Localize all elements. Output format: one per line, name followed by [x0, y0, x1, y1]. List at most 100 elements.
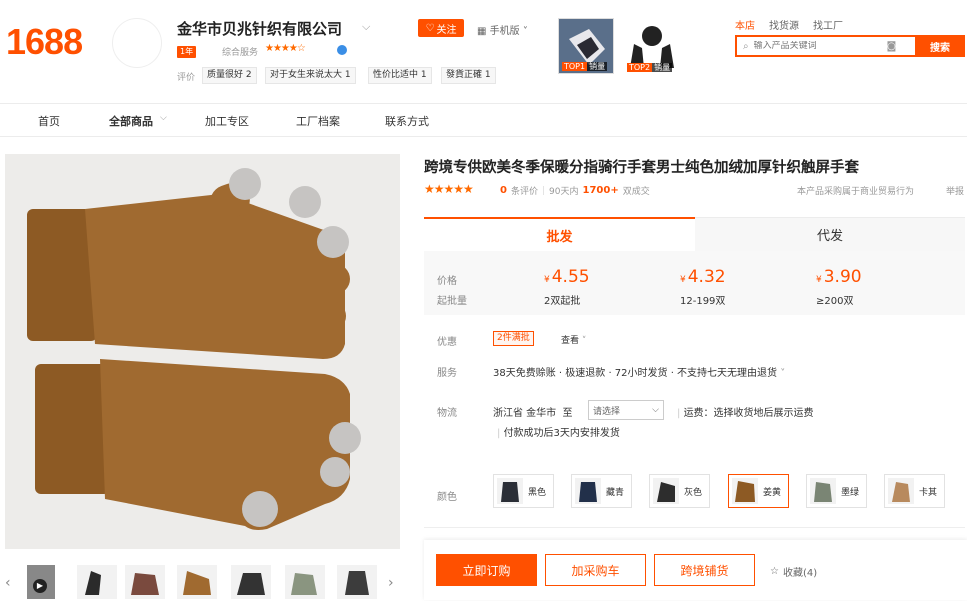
qty-tier-3: ≥200双 — [816, 296, 854, 307]
qr-icon: ▦ — [477, 26, 487, 37]
product-stars: ★★★★★ — [424, 182, 474, 196]
info-icon[interactable] — [337, 45, 347, 55]
follow-label: 关注 — [436, 24, 457, 36]
chevron-right-icon[interactable]: › — [388, 575, 394, 591]
search-input[interactable] — [753, 41, 882, 51]
price-box: 价格 起批量 ¥4.55 2双起批 ¥4.32 12-199双 ¥3.90 ≥2… — [424, 251, 965, 315]
logo-1688[interactable]: 1688 — [6, 22, 83, 62]
thumbnail[interactable] — [125, 565, 165, 599]
nav-divider — [0, 136, 967, 137]
gloves-image — [5, 154, 400, 549]
review-tag[interactable]: 质量很好 2 — [202, 67, 257, 84]
favorite-label: 收藏(4) — [782, 568, 818, 579]
report-link[interactable]: 举报 — [946, 184, 964, 197]
color-label: 颜色 — [437, 492, 457, 503]
color-name: 卡其 — [919, 488, 938, 498]
nav-home[interactable]: 首页 — [38, 113, 60, 129]
play-icon: ▶ — [33, 579, 47, 593]
nav-factory[interactable]: 工厂档案 — [296, 113, 340, 129]
top-badge: TOP2 销量 — [627, 63, 673, 72]
days-label: 90天内 — [549, 187, 579, 197]
thumbnail[interactable] — [231, 565, 271, 599]
color-swatch — [732, 478, 758, 504]
select-placeholder: 请选择 — [593, 406, 621, 417]
color-name: 藏青 — [606, 488, 625, 498]
thumbnail-strip: ‹ ▶ › — [5, 565, 400, 601]
color-swatch — [810, 478, 836, 504]
mobile-version-link[interactable]: ▦ 手机版 ˅ — [477, 22, 528, 37]
color-option-black[interactable]: 黑色 — [493, 474, 554, 508]
tab-wholesale[interactable]: 批发 — [424, 217, 695, 251]
top-product-2[interactable]: TOP2 销量 — [624, 18, 680, 74]
video-thumbnail[interactable]: ▶ — [27, 565, 55, 599]
thumbnail[interactable] — [285, 565, 325, 599]
color-option-ginger[interactable]: 姜黄 — [728, 474, 789, 508]
chevron-left-icon[interactable]: ‹ — [5, 575, 11, 591]
review-tag[interactable]: 發貨正確 1 — [441, 67, 496, 84]
nav-all-products[interactable]: 全部商品 — [109, 113, 153, 129]
section-divider — [424, 527, 965, 528]
nav-divider — [0, 103, 967, 104]
search-button[interactable]: 搜索 — [915, 35, 965, 57]
color-swatch — [888, 478, 914, 504]
nav-processing[interactable]: 加工专区 — [205, 113, 249, 129]
color-swatch — [497, 478, 523, 504]
ship-text: | 付款成功后3天内安排发货 — [497, 428, 620, 439]
color-swatch — [653, 478, 679, 504]
search-tab-factory[interactable]: 找工厂 — [813, 17, 843, 32]
promo-tag[interactable]: 2件满批 — [493, 331, 534, 346]
chevron-down-icon: ˅ — [581, 336, 587, 346]
search-tab-shop[interactable]: 本店 — [735, 17, 755, 32]
destination-select[interactable]: 请选择 ⌵ — [588, 400, 664, 420]
nav-contact[interactable]: 联系方式 — [385, 113, 429, 129]
promo-view-link[interactable]: 查看 ˅ — [561, 333, 586, 346]
camera-icon[interactable]: ◙ — [887, 41, 897, 52]
search-tab-source[interactable]: 找货源 — [769, 17, 799, 32]
thumbnail[interactable] — [177, 565, 217, 599]
review-suffix: 条评价 — [510, 187, 538, 197]
follow-button[interactable]: ♡ 关注 — [418, 19, 464, 37]
promo-label: 优惠 — [437, 337, 457, 348]
review-line: 0 条评价 | 90天内 1700+ 双成交 — [500, 185, 650, 197]
add-to-cart-button[interactable]: 加采购车 — [545, 554, 646, 586]
product-title: 跨境专供欧美冬季保暖分指骑行手套男士纯色加绒加厚针织触屏手套 — [424, 160, 859, 176]
chevron-down-icon[interactable]: ⌵ — [160, 113, 167, 123]
review-tag[interactable]: 对于女生来说太大 1 — [265, 67, 356, 84]
star-icon: ☆ — [770, 566, 779, 577]
top-badge: TOP1 销量 — [562, 62, 608, 71]
heart-icon: ♡ — [425, 22, 435, 34]
color-option-grey[interactable]: 灰色 — [649, 474, 710, 508]
tab-dropship[interactable]: 代发 — [695, 217, 965, 251]
qty-tier-1: 2双起批 — [544, 296, 581, 307]
service-text[interactable]: 38天免费赊账 · 极速退款 · 72小时发货 · 不支持七天无理由退货 ˅ — [493, 364, 785, 379]
color-option-navy[interactable]: 藏青 — [571, 474, 632, 508]
price-label: 价格 — [437, 276, 457, 287]
sold-count: 1700+ — [582, 185, 619, 196]
favorite-button[interactable]: ☆ 收藏(4) — [770, 564, 817, 579]
logistics-label: 物流 — [437, 408, 457, 419]
chevron-down-icon[interactable]: ⌵ — [362, 20, 370, 34]
color-option-khaki[interactable]: 卡其 — [884, 474, 945, 508]
freight-text: | 运费：选择收货地后展示运费 — [677, 408, 814, 419]
price-tier-1: ¥4.55 — [544, 267, 590, 287]
chevron-down-icon: ˅ — [780, 368, 786, 379]
moq-label: 起批量 — [437, 296, 467, 307]
color-option-darkgreen[interactable]: 墨绿 — [806, 474, 867, 508]
chevron-down-icon: ⌵ — [652, 405, 659, 415]
top-product-1[interactable]: TOP1 销量 — [558, 18, 614, 74]
color-name: 黑色 — [528, 488, 547, 498]
service-score-label: 综合服务 — [222, 48, 259, 58]
shop-name[interactable]: 金华市贝兆针织有限公司 — [177, 18, 342, 39]
years-badge: 1年 — [177, 46, 197, 58]
search-icon: ⌕ — [743, 40, 749, 52]
thumbnail[interactable] — [77, 565, 117, 599]
product-main-image[interactable] — [5, 154, 400, 549]
crossborder-button[interactable]: 跨境铺货 — [654, 554, 755, 586]
chevron-down-icon: ˅ — [522, 26, 528, 37]
color-name: 姜黄 — [763, 488, 782, 498]
shop-avatar[interactable] — [112, 18, 162, 68]
thumbnail[interactable] — [337, 565, 377, 599]
review-tag[interactable]: 性价比适中 1 — [368, 67, 432, 84]
review-count[interactable]: 0 — [500, 185, 507, 196]
order-now-button[interactable]: 立即订购 — [436, 554, 537, 586]
